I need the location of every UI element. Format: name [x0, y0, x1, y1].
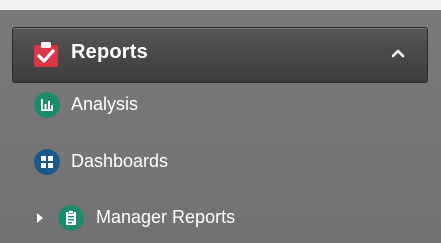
- sidebar-item-manager-reports[interactable]: Manager Reports: [36, 202, 296, 236]
- reports-section-header[interactable]: Reports: [12, 27, 428, 83]
- chevron-up-icon[interactable]: [391, 48, 405, 58]
- sidebar-item-dashboards[interactable]: Dashboards: [34, 146, 234, 180]
- top-strip: [0, 0, 441, 10]
- caret-right-icon[interactable]: [36, 213, 44, 223]
- reports-section-title: Reports: [71, 41, 148, 63]
- clipboard-check-icon: [34, 42, 58, 67]
- clipboard-list-icon: [58, 205, 84, 231]
- sidebar-item-label: Dashboards: [71, 151, 169, 171]
- sidebar-item-label: Analysis: [71, 94, 139, 114]
- dashboard-grid-icon: [34, 149, 60, 175]
- sidebar-item-analysis[interactable]: Analysis: [34, 89, 234, 123]
- sidebar-item-label: Manager Reports: [96, 207, 236, 227]
- reports-panel: Reports Analysis Dashboards Manager Repo…: [0, 10, 441, 243]
- bar-chart-icon: [34, 92, 60, 118]
